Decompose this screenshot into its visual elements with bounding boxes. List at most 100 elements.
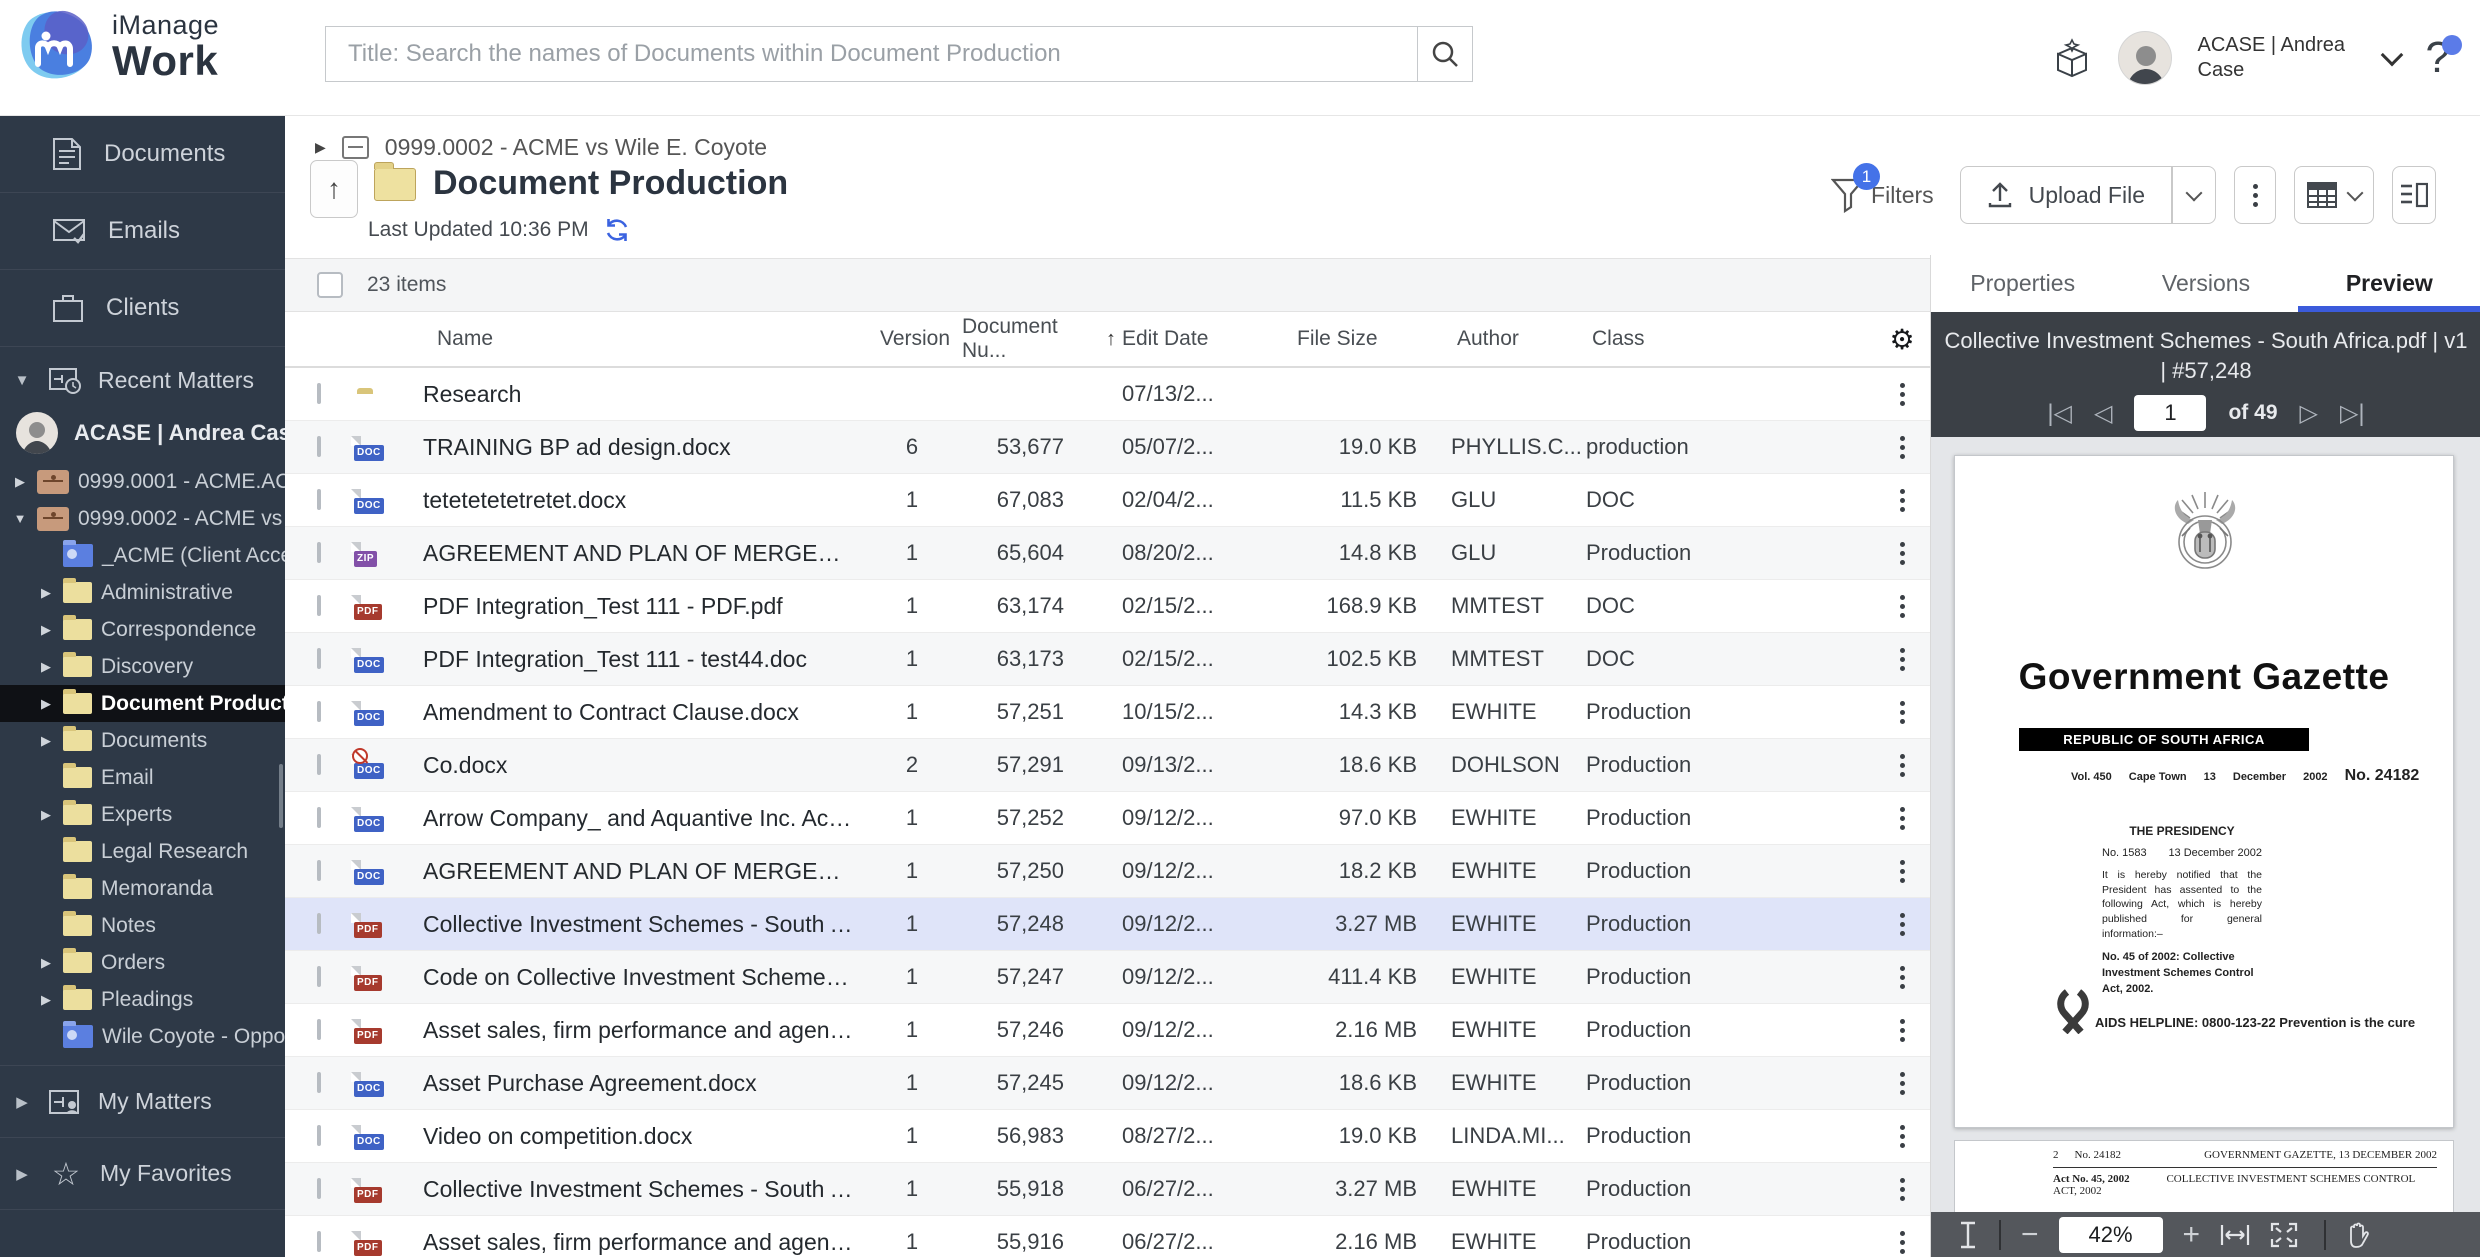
row-checkbox[interactable] <box>317 1019 321 1040</box>
row-checkbox[interactable] <box>317 436 321 457</box>
document-name[interactable]: Video on competition.docx <box>423 1123 868 1150</box>
row-menu-button[interactable] <box>1874 1187 1930 1192</box>
document-name[interactable]: Amendment to Contract Clause.docx <box>423 699 868 726</box>
row-menu-button[interactable] <box>1874 1240 1930 1245</box>
breadcrumb-expand-icon[interactable]: ▶ <box>315 139 326 156</box>
user-menu-label[interactable]: ACASE | Andrea Case <box>2198 33 2358 83</box>
refresh-icon[interactable] <box>603 216 631 244</box>
sidebar-user-item[interactable]: ACASE | Andrea Case <box>0 407 285 459</box>
document-name[interactable]: PDF Integration_Test 111 - test44.doc <box>423 646 868 673</box>
tree-item[interactable]: Email <box>0 759 285 796</box>
expand-arrow-icon[interactable]: ▶ <box>12 1093 32 1111</box>
first-page-button[interactable]: |◁ <box>2047 399 2072 428</box>
sidebar-item-my-matters[interactable]: ▶ My Matters <box>0 1066 285 1138</box>
row-checkbox[interactable] <box>317 595 321 616</box>
row-menu-button[interactable] <box>1874 657 1930 662</box>
upload-options-button[interactable] <box>2172 166 2216 224</box>
table-row[interactable]: TRAINING BP ad design.docx 6 53,677 05/0… <box>285 421 1930 474</box>
column-header-file-size[interactable]: File Size <box>1291 327 1451 351</box>
document-name[interactable]: Collective Investment Schemes - South A.… <box>423 911 868 938</box>
row-checkbox[interactable] <box>317 1231 321 1252</box>
sidebar-item-documents[interactable]: Documents <box>0 116 285 193</box>
column-header-author[interactable]: Author <box>1451 327 1586 351</box>
row-checkbox[interactable] <box>317 648 321 669</box>
go-up-button[interactable]: ↑ <box>310 160 358 218</box>
table-row[interactable]: Asset sales, firm performance and agenc.… <box>285 1216 1930 1257</box>
row-checkbox[interactable] <box>317 1125 321 1146</box>
tree-item[interactable]: Orders <box>0 944 285 981</box>
avatar[interactable] <box>2118 31 2172 85</box>
tree-item[interactable]: Experts <box>0 796 285 833</box>
sidebar-item-emails[interactable]: Emails <box>0 193 285 270</box>
imanage-work-logo[interactable]: iManage Work <box>16 8 219 86</box>
select-all-checkbox[interactable] <box>317 272 343 298</box>
row-menu-button[interactable] <box>1874 816 1930 821</box>
expand-arrow-icon[interactable] <box>38 733 54 749</box>
table-row[interactable]: Co.docx 2 57,291 09/13/2... 18.6 KB DOHL… <box>285 739 1930 792</box>
row-menu-button[interactable] <box>1874 763 1930 768</box>
expand-arrow-icon[interactable] <box>38 585 54 601</box>
whats-new-box-icon[interactable] <box>2052 38 2092 78</box>
expand-arrow-icon[interactable]: ▼ <box>12 372 32 389</box>
tree-item[interactable]: _ACME (Client Access) <box>0 537 285 574</box>
row-checkbox[interactable] <box>317 754 321 775</box>
tab-versions[interactable]: Versions <box>2114 255 2297 312</box>
table-row[interactable]: Research 07/13/2... <box>285 368 1930 421</box>
table-row[interactable]: Asset sales, firm performance and agenc.… <box>285 1004 1930 1057</box>
row-checkbox[interactable] <box>317 701 321 722</box>
table-row[interactable]: Amendment to Contract Clause.docx 1 57,2… <box>285 686 1930 739</box>
tree-item[interactable]: Memoranda <box>0 870 285 907</box>
row-checkbox[interactable] <box>317 807 321 828</box>
row-checkbox[interactable] <box>317 383 321 404</box>
sidebar-item-my-favorites[interactable]: ▶ ☆ My Favorites <box>0 1138 285 1210</box>
column-header-name[interactable]: Name <box>423 327 868 351</box>
expand-arrow-icon[interactable] <box>12 511 28 526</box>
tree-item[interactable]: Correspondence <box>0 611 285 648</box>
row-menu-button[interactable] <box>1874 710 1930 715</box>
zoom-in-icon[interactable]: + <box>2183 1218 2201 1252</box>
search-button[interactable] <box>1417 26 1473 82</box>
document-name[interactable]: Asset sales, firm performance and agenc.… <box>423 1229 868 1256</box>
row-checkbox[interactable] <box>317 1072 321 1093</box>
tree-item[interactable]: Document Production <box>0 685 285 722</box>
document-name[interactable]: TRAINING BP ad design.docx <box>423 434 868 461</box>
tab-preview[interactable]: Preview <box>2298 255 2480 312</box>
table-row[interactable]: PDF Integration_Test 111 - test44.doc 1 … <box>285 633 1930 686</box>
row-checkbox[interactable] <box>317 913 321 934</box>
row-menu-button[interactable] <box>1874 1134 1930 1139</box>
zoom-level[interactable]: 42% <box>2059 1217 2163 1253</box>
expand-arrow-icon[interactable]: ▶ <box>12 1165 32 1183</box>
document-name[interactable]: AGREEMENT AND PLAN OF MERGER.docx <box>423 858 868 885</box>
tab-properties[interactable]: Properties <box>1931 255 2114 312</box>
document-name[interactable]: tetetetetetretet.docx <box>423 487 868 514</box>
table-row[interactable]: Arrow Company_ and Aquantive Inc. Acq...… <box>285 792 1930 845</box>
expand-arrow-icon[interactable] <box>38 659 54 675</box>
row-checkbox[interactable] <box>317 489 321 510</box>
sidebar-item-clients[interactable]: Clients <box>0 270 285 347</box>
previous-page-button[interactable]: ◁ <box>2094 399 2112 428</box>
column-header-edit-date[interactable]: Edit Date <box>1116 327 1291 351</box>
document-name[interactable]: Code on Collective Investment Schemes...… <box>423 964 868 991</box>
sidebar-item-recent-matters[interactable]: ▼ Recent Matters <box>0 353 285 407</box>
table-row[interactable]: Collective Investment Schemes - South A.… <box>285 1163 1930 1216</box>
table-row[interactable]: AGREEMENT AND PLAN OF MERGER.docx 1 57,2… <box>285 845 1930 898</box>
tree-item[interactable]: Legal Research <box>0 833 285 870</box>
help-button[interactable]: ? <box>2426 33 2460 83</box>
tree-item[interactable]: Documents <box>0 722 285 759</box>
document-name[interactable]: Collective Investment Schemes - South A.… <box>423 1176 868 1203</box>
fullscreen-icon[interactable] <box>2270 1222 2298 1248</box>
expand-arrow-icon[interactable] <box>38 622 54 638</box>
document-name[interactable]: Asset sales, firm performance and agenc.… <box>423 1017 868 1044</box>
toggle-preview-panel-button[interactable] <box>2392 166 2436 224</box>
sidebar-scrollbar[interactable] <box>279 764 283 828</box>
row-menu-button[interactable] <box>1874 498 1930 503</box>
zoom-out-icon[interactable]: − <box>2021 1218 2039 1252</box>
tree-item[interactable]: 0999.0001 - ACME.ACME M <box>0 463 285 500</box>
row-checkbox[interactable] <box>317 966 321 987</box>
column-header-document-number[interactable]: Document Nu... ↑ <box>956 315 1116 363</box>
column-header-class[interactable]: Class <box>1586 327 1786 351</box>
upload-file-button[interactable]: Upload File <box>1960 166 2172 224</box>
table-row[interactable]: Video on competition.docx 1 56,983 08/27… <box>285 1110 1930 1163</box>
document-name[interactable]: Research <box>423 381 868 408</box>
document-name[interactable]: Asset Purchase Agreement.docx <box>423 1070 868 1097</box>
